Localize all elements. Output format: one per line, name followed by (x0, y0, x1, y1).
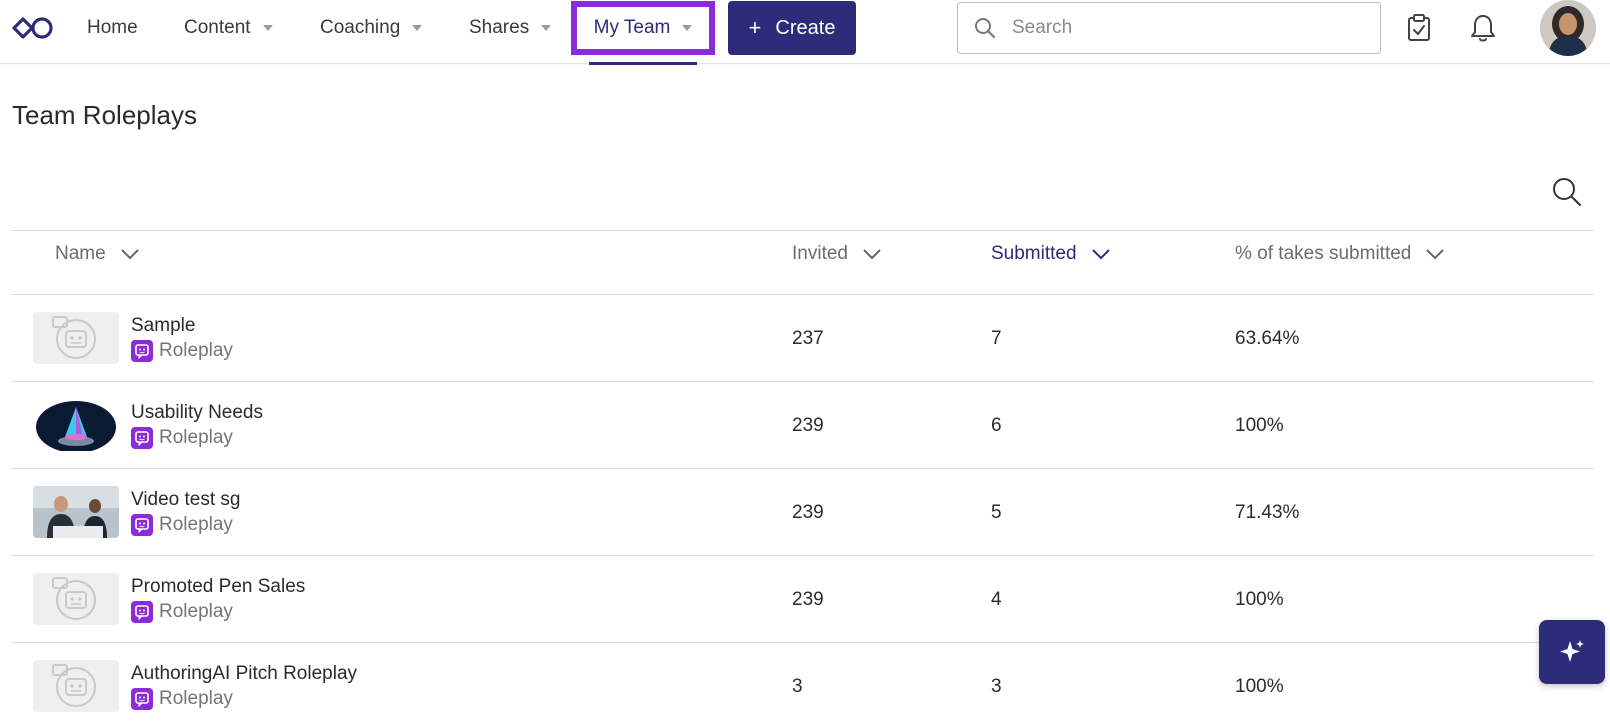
plus-icon: + (748, 15, 762, 40)
page-title: Team Roleplays (12, 100, 197, 130)
chevron-down-icon (1426, 249, 1445, 260)
submitted-count: 3 (991, 676, 1002, 697)
roleplay-type: Roleplay (131, 340, 233, 362)
invited-count: 239 (792, 502, 824, 523)
roleplay-type: Roleplay (131, 601, 233, 623)
roleplay-name[interactable]: AuthoringAI Pitch Roleplay (131, 663, 357, 685)
roleplay-type: Roleplay (131, 688, 233, 710)
pct-submitted: 63.64% (1235, 328, 1300, 349)
roleplay-icon (131, 688, 153, 710)
pct-submitted: 100% (1235, 415, 1284, 436)
nav-coaching[interactable]: Coaching (320, 0, 423, 56)
table-row[interactable]: Usability Needs Roleplay 239 6 100% (11, 382, 1594, 468)
invited-count: 3 (792, 676, 803, 697)
notification-bell-icon[interactable] (1470, 13, 1496, 48)
table-row[interactable]: Promoted Pen Sales Roleplay 239 4 100% (11, 556, 1594, 642)
roleplay-icon (131, 427, 153, 449)
nav-my-team-label: My Team (593, 17, 671, 38)
roleplay-thumbnail[interactable] (33, 660, 119, 712)
user-avatar[interactable] (1540, 0, 1596, 56)
roleplay-type: Roleplay (131, 427, 233, 449)
pct-submitted: 100% (1235, 676, 1284, 697)
invited-count: 237 (792, 328, 824, 349)
invited-count: 239 (792, 415, 824, 436)
caret-down-icon (541, 25, 552, 31)
table-row[interactable]: Video test sg Roleplay 239 5 71.43% (11, 469, 1594, 555)
roleplay-thumbnail[interactable] (33, 399, 119, 451)
caret-down-icon (682, 25, 693, 31)
chevron-down-icon (863, 249, 881, 260)
sparkle-icon (1560, 640, 1584, 662)
roleplay-name[interactable]: Usability Needs (131, 402, 263, 424)
nav-shares[interactable]: Shares (469, 0, 552, 56)
roleplay-type-label: Roleplay (159, 688, 233, 709)
logo-icon[interactable] (10, 14, 56, 42)
top-nav-bar: Home Content Coaching Shares My Team + C… (0, 0, 1610, 65)
table-search-icon[interactable] (1552, 177, 1582, 212)
roleplay-thumbnail[interactable] (33, 486, 119, 538)
column-header-label: % of takes submitted (1235, 243, 1412, 264)
roleplay-name[interactable]: Sample (131, 315, 195, 337)
column-header-label: Invited (792, 243, 848, 264)
nav-home[interactable]: Home (87, 0, 138, 56)
tasks-clipboard-icon[interactable] (1407, 14, 1431, 47)
caret-down-icon (262, 25, 273, 31)
nav-shares-label: Shares (469, 17, 530, 38)
table-top-divider (11, 230, 1594, 231)
table-row[interactable]: Sample Roleplay 237 7 63.64% (11, 295, 1594, 381)
roleplay-type: Roleplay (131, 514, 233, 536)
nav-content-label: Content (184, 17, 251, 38)
column-header-label: Submitted (991, 243, 1077, 264)
chevron-down-icon (1091, 249, 1110, 260)
roleplay-name[interactable]: Video test sg (131, 489, 241, 511)
submitted-count: 4 (991, 589, 1002, 610)
ai-assistant-button[interactable] (1539, 620, 1605, 684)
pct-submitted: 71.43% (1235, 502, 1300, 523)
chevron-down-icon (120, 249, 139, 260)
column-header-submitted[interactable]: Submitted (991, 243, 1111, 265)
column-header-name[interactable]: Name (55, 243, 140, 265)
roleplay-name[interactable]: Promoted Pen Sales (131, 576, 305, 598)
search-input[interactable] (1012, 17, 1352, 39)
invited-count: 239 (792, 589, 824, 610)
table-row[interactable]: AuthoringAI Pitch Roleplay Roleplay 3 3 100% (11, 643, 1594, 721)
nav-content[interactable]: Content (184, 0, 273, 56)
column-header-pct-submitted[interactable]: % of takes submitted (1235, 243, 1445, 265)
nav-home-label: Home (87, 17, 138, 38)
nav-coaching-label: Coaching (320, 17, 401, 38)
roleplay-type-label: Roleplay (159, 514, 233, 535)
roleplay-type-label: Roleplay (159, 340, 233, 361)
caret-down-icon (412, 25, 423, 31)
pct-submitted: 100% (1235, 589, 1284, 610)
roleplay-thumbnail[interactable] (33, 573, 119, 625)
global-search[interactable] (957, 2, 1381, 54)
column-header-label: Name (55, 243, 106, 264)
roleplay-icon (131, 514, 153, 536)
roleplay-thumbnail[interactable] (33, 312, 119, 364)
column-header-invited[interactable]: Invited (792, 243, 882, 265)
search-icon (975, 18, 995, 38)
submitted-count: 5 (991, 502, 1002, 523)
create-button-label: Create (775, 16, 836, 39)
roleplay-type-label: Roleplay (159, 601, 233, 622)
roleplay-icon (131, 601, 153, 623)
create-button[interactable]: + Create (728, 1, 856, 55)
roleplay-icon (131, 340, 153, 362)
submitted-count: 6 (991, 415, 1002, 436)
active-tab-underline (589, 62, 697, 65)
nav-my-team[interactable]: My Team (571, 1, 715, 55)
submitted-count: 7 (991, 328, 1002, 349)
roleplay-type-label: Roleplay (159, 427, 233, 448)
